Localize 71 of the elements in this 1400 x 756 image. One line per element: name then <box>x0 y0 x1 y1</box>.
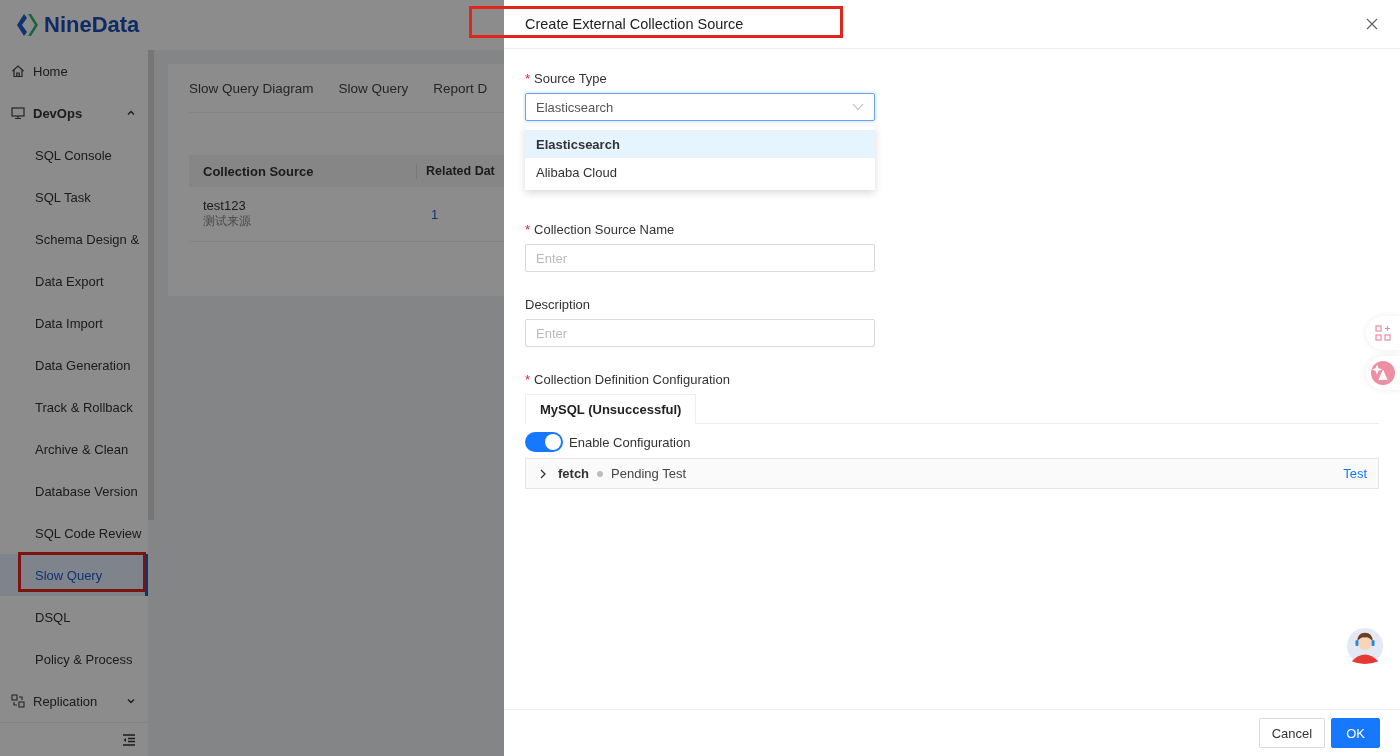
field-label: Source Type <box>534 71 607 86</box>
chevron-icon <box>852 103 864 111</box>
menu-label: Database Version <box>35 483 138 499</box>
app-logo: NineData <box>44 12 140 38</box>
column-header: Collection Source <box>189 163 417 179</box>
apps-icon <box>1375 325 1391 341</box>
tab[interactable]: Report D <box>433 80 488 96</box>
sidebar-item[interactable]: DSQL <box>0 596 148 638</box>
dropdown-option[interactable]: Elasticsearch <box>525 130 875 158</box>
sidebar-item[interactable]: Data Import <box>0 302 148 344</box>
home-icon <box>11 64 25 78</box>
count-link[interactable]: 1 <box>417 206 439 222</box>
translate-icon <box>1370 360 1396 386</box>
menu-label: Track & Rollback <box>35 399 133 415</box>
cancel-button[interactable]: Cancel <box>1258 718 1326 748</box>
sidebar-item[interactable]: SQL Console <box>0 134 148 176</box>
sidebar-item[interactable]: Policy & Process <box>0 638 148 680</box>
status-dot <box>597 470 604 477</box>
test-link[interactable]: Test <box>1343 466 1367 481</box>
sidebar-item[interactable]: Track & Rollback <box>0 386 148 428</box>
tab[interactable]: MySQL (Unsuccessful) <box>525 394 697 424</box>
menu-label: Slow Query <box>35 567 103 583</box>
sidebar-item[interactable]: SQL Code Review <box>0 512 148 554</box>
sidebar-item[interactable]: Data Generation <box>0 344 148 386</box>
sidebar-item[interactable]: Schema Design & <box>0 218 148 260</box>
toggle-label: Enable Configuration <box>569 434 691 450</box>
tab[interactable]: Slow Query <box>338 80 409 96</box>
sync-icon <box>11 694 25 708</box>
sidebar-item[interactable]: Replication <box>0 680 148 722</box>
source-type-select[interactable]: Elasticsearch <box>525 93 875 121</box>
sidebar-item[interactable]: Database Version <box>0 470 148 512</box>
menu-label: SQL Console <box>35 147 112 163</box>
drawer-title: Create External Collection Source <box>525 16 745 32</box>
menu-label: Schema Design & <box>35 231 140 247</box>
required-mark: * <box>525 71 531 86</box>
menu-label: Data Import <box>35 315 103 331</box>
toggle-switch[interactable] <box>525 432 563 452</box>
menu-label: Data Export <box>35 273 104 289</box>
monitor-icon <box>11 106 25 120</box>
chevron-icon[interactable] <box>539 468 547 479</box>
ok-button[interactable]: OK <box>1331 718 1380 748</box>
close-icon[interactable] <box>1366 18 1378 30</box>
tab[interactable]: Slow Query Diagram <box>189 80 314 96</box>
support-avatar-icon[interactable] <box>1346 627 1384 665</box>
field-label: Collection Source Name <box>534 222 675 237</box>
required-mark: * <box>525 222 531 237</box>
field-label: Collection Definition Configuration <box>534 372 730 387</box>
table-cell-text: test123 <box>203 198 247 213</box>
panel-title: fetch <box>558 466 590 481</box>
menu-label: SQL Code Review <box>35 525 142 541</box>
table-cell-text: 测试来源 <box>203 213 252 230</box>
dropdown-option[interactable]: Alibaba Cloud <box>525 158 875 186</box>
menu-label: DSQL <box>35 609 71 625</box>
sidebar-item[interactable]: Home <box>0 50 148 92</box>
sidebar-item[interactable]: Archive & Clean <box>0 428 148 470</box>
status-text: Pending Test <box>611 466 687 481</box>
sidebar-item[interactable]: SQL Task <box>0 176 148 218</box>
collapse-icon[interactable] <box>122 733 136 746</box>
sidebar-item[interactable]: Slow Query <box>0 554 148 596</box>
sidebar-item[interactable]: DevOps <box>0 92 148 134</box>
input-field[interactable]: Enter <box>525 319 875 347</box>
required-mark: * <box>525 372 531 387</box>
menu-label: Policy & Process <box>35 651 133 667</box>
menu-label: Data Generation <box>35 357 131 373</box>
column-header: Related Dat <box>425 164 495 178</box>
logo-icon <box>14 12 40 38</box>
input-field[interactable]: Enter <box>525 244 875 272</box>
sidebar-item[interactable]: Data Export <box>0 260 148 302</box>
menu-label: Archive & Clean <box>35 441 129 457</box>
menu-label: SQL Task <box>35 189 91 205</box>
field-label: Description <box>525 297 591 312</box>
